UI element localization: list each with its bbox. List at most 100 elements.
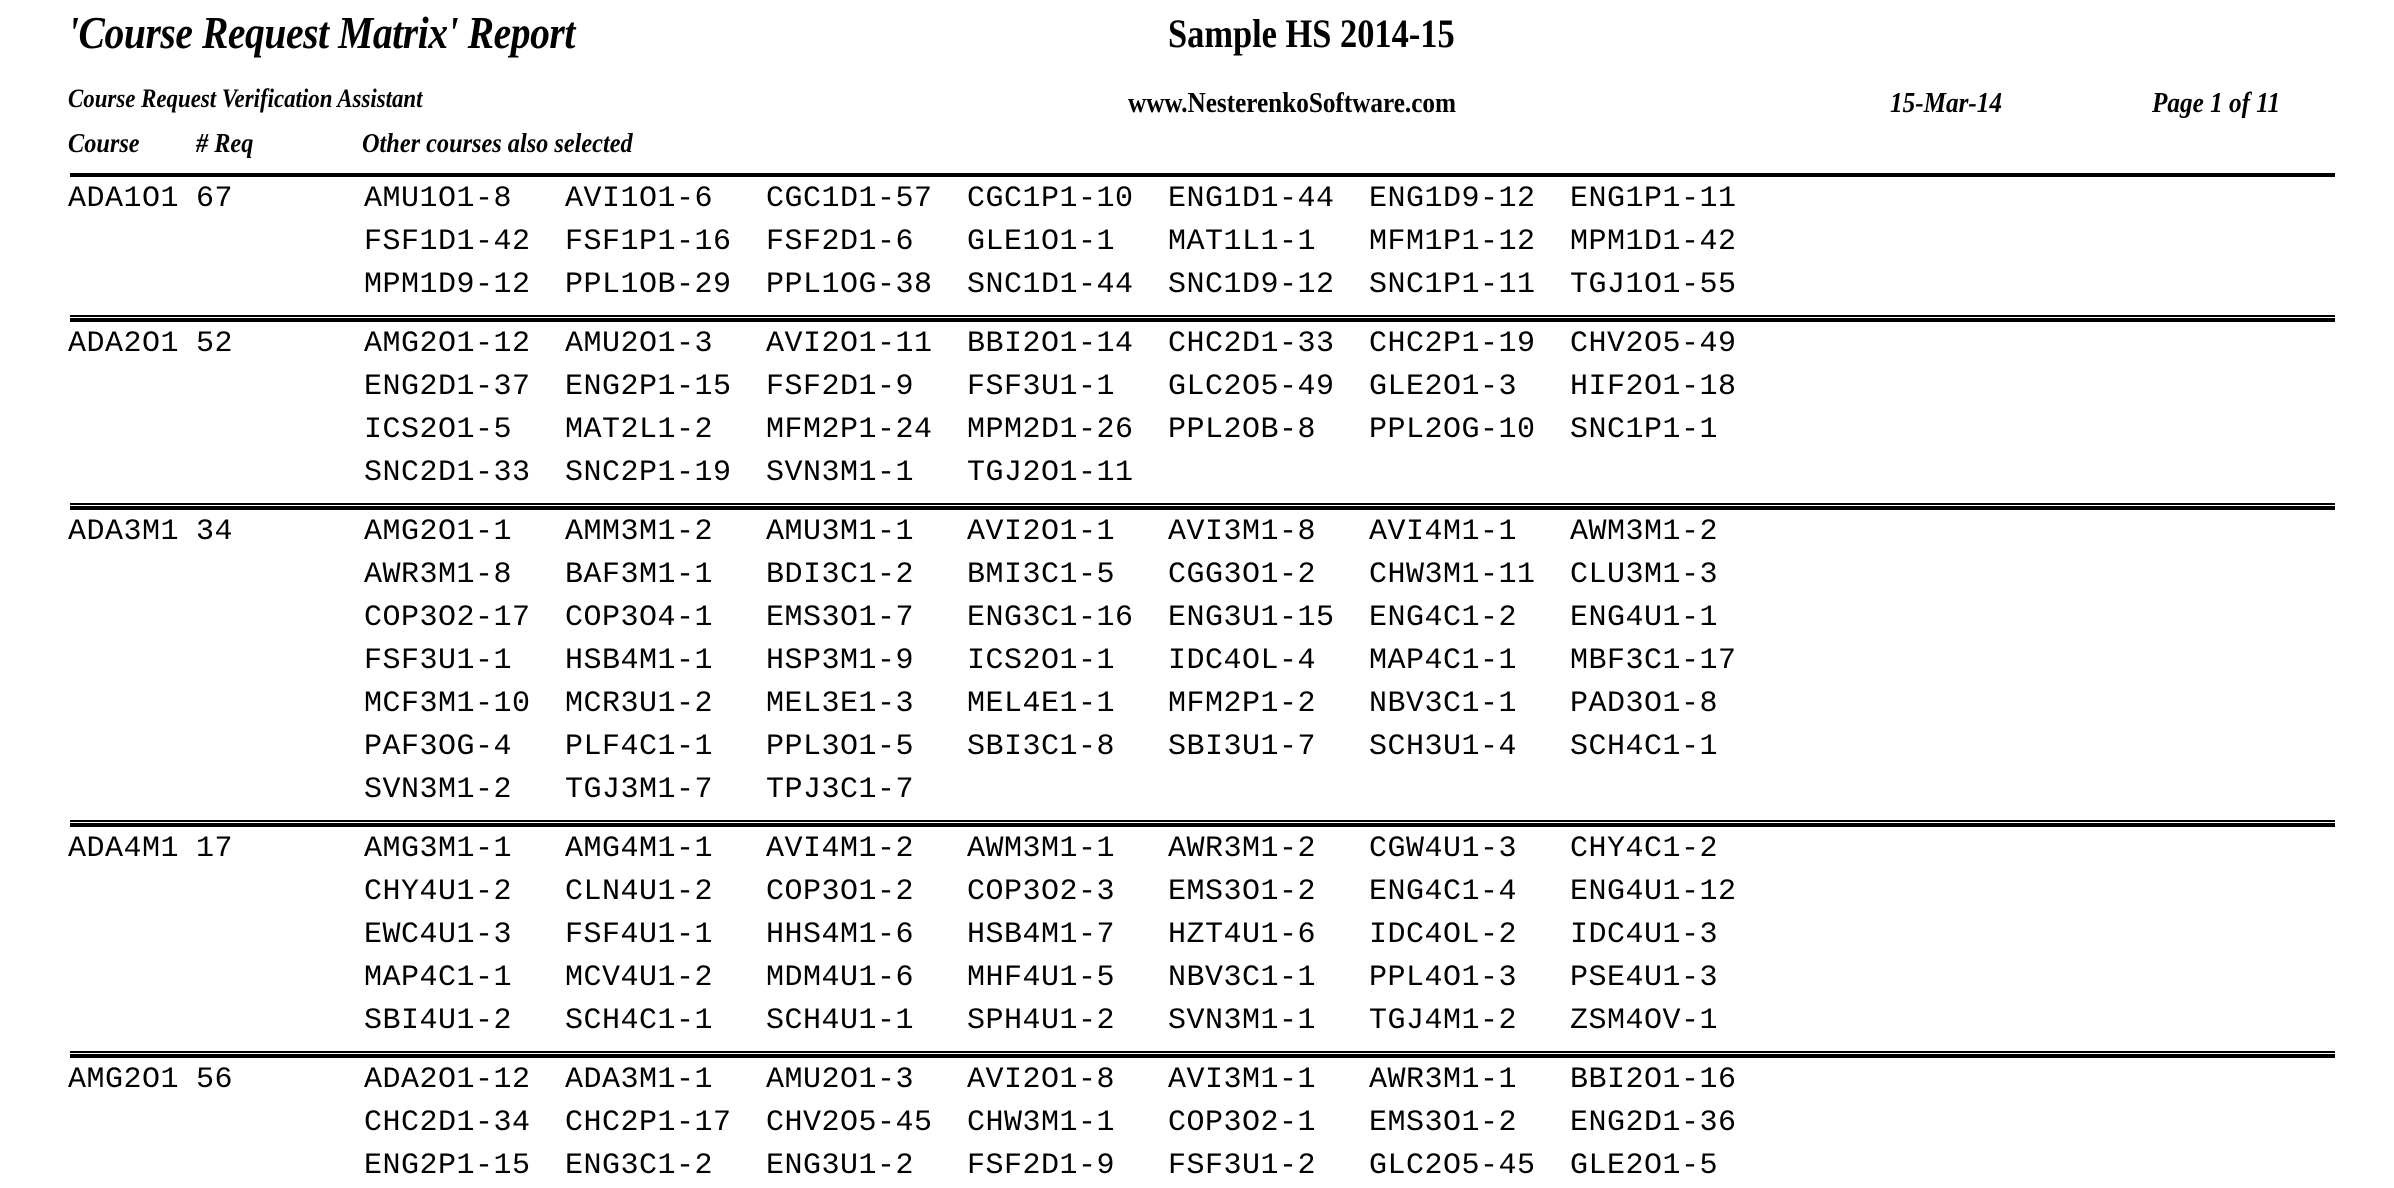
related-course-entry: AVI2O1-11 xyxy=(766,327,933,361)
table-row: CHC2D1-34 CHC2P1-17 CHV2O5-45 CHW3M1-1 COP3O… xyxy=(0,1106,2394,1149)
related-course-entry: GLE1O1-1 xyxy=(967,225,1116,259)
course-group-body: ADA3M1 34 AMG2O1-1 AMM3M1-2 AMU3M1-1 AVI2O1-1… xyxy=(0,510,2394,822)
related-course-entry: ENG2P1-15 xyxy=(565,370,732,404)
related-course-entry: ENG3U1-2 xyxy=(766,1149,915,1183)
course-code: ADA1O1 xyxy=(68,182,180,216)
related-course-entry: CLN4U1-2 xyxy=(565,875,714,909)
related-course-entry: GLE2O1-3 xyxy=(1369,370,1518,404)
related-course-entry: SVN3M1-1 xyxy=(1168,1004,1317,1038)
related-course-entry: CHY4C1-2 xyxy=(1570,832,1719,866)
related-course-entry: CGW4U1-3 xyxy=(1369,832,1518,866)
related-course-entry: MCV4U1-2 xyxy=(565,961,714,995)
related-course-entry: SNC1D1-44 xyxy=(967,268,1134,302)
table-row: AMG2O1 56 ADA2O1-12 ADA3M1-1 AMU2O1-3 AVI2O1-… xyxy=(0,1063,2394,1106)
related-course-entry: ENG2D1-36 xyxy=(1570,1106,1737,1140)
related-course-entry: GLC2O5-45 xyxy=(1369,1149,1536,1183)
related-course-entry: ICS2O1-5 xyxy=(364,413,513,447)
course-code: ADA4M1 xyxy=(68,832,180,866)
related-course-entry: ZSM4OV-1 xyxy=(1570,1004,1719,1038)
related-course-entry: NBV3C1-1 xyxy=(1369,687,1518,721)
related-course-entry: ENG1D9-12 xyxy=(1369,182,1536,216)
related-course-entry: MDM4U1-6 xyxy=(766,961,915,995)
course-group-body: AMG2O1 56 ADA2O1-12 ADA3M1-1 AMU2O1-3 AVI2O1-… xyxy=(0,1058,2394,1188)
related-course-entry: COP3O1-2 xyxy=(766,875,915,909)
related-course-entry: MBF3C1-17 xyxy=(1570,644,1737,678)
request-count: 17 xyxy=(196,832,234,866)
related-course-entry: FSF2D1-6 xyxy=(766,225,915,259)
related-course-entry: EMS3O1-2 xyxy=(1168,875,1317,909)
related-course-entry: BAF3M1-1 xyxy=(565,558,714,592)
website-link[interactable]: www.NesterenkoSoftware.com xyxy=(1128,88,1456,120)
related-course-entry: AMM3M1-2 xyxy=(565,515,714,549)
related-course-entry: AVI4M1-2 xyxy=(766,832,915,866)
related-course-entry: BMI3C1-5 xyxy=(967,558,1116,592)
column-header-other-courses: Other courses also selected xyxy=(362,128,633,158)
column-headings: Course # Req Other courses also selected xyxy=(0,128,2394,170)
related-course-entry: SCH4U1-1 xyxy=(766,1004,915,1038)
related-course-entry: AWR3M1-2 xyxy=(1168,832,1317,866)
related-course-entry: COP3O2-1 xyxy=(1168,1106,1317,1140)
related-course-entry: PPL1OB-29 xyxy=(565,268,732,302)
course-matrix-table: ADA1O1 67 AMU1O1-8 AVI1O1-6 CGC1D1-57 CGC1P1-… xyxy=(0,172,2394,1188)
related-course-entry: COP3O4-1 xyxy=(565,601,714,635)
related-course-entry: FSF3U1-1 xyxy=(967,370,1116,404)
table-row: ENG2D1-37 ENG2P1-15 FSF2D1-9 FSF3U1-1 GLC2O5… xyxy=(0,370,2394,413)
related-course-entry: COP3O2-17 xyxy=(364,601,531,635)
table-row: MAP4C1-1 MCV4U1-2 MDM4U1-6 MHF4U1-5 NBV3C1-1… xyxy=(0,961,2394,1004)
related-course-entry: EMS3O1-7 xyxy=(766,601,915,635)
related-course-entry: BBI2O1-14 xyxy=(967,327,1134,361)
related-course-entry: CGC1P1-10 xyxy=(967,182,1134,216)
course-group: ADA1O1 67 AMU1O1-8 AVI1O1-6 CGC1D1-57 CGC1P1-… xyxy=(0,172,2394,317)
related-course-entry: SNC2P1-19 xyxy=(565,456,732,490)
course-group-body: ADA2O1 52 AMG2O1-12 AMU2O1-3 AVI2O1-11 BBI2O1… xyxy=(0,322,2394,505)
table-row: FSF3U1-1 HSB4M1-1 HSP3M1-9 ICS2O1-1 IDC4OL-4… xyxy=(0,644,2394,687)
page-number: Page 1 of 11 xyxy=(2152,88,2281,119)
related-course-entry: AMU2O1-3 xyxy=(565,327,714,361)
related-course-entry: CHC2D1-34 xyxy=(364,1106,531,1140)
request-count: 34 xyxy=(196,515,234,549)
course-group: ADA4M1 17 AMG3M1-1 AMG4M1-1 AVI4M1-2 AWM3M1-1… xyxy=(0,820,2394,1053)
related-course-entry: MCF3M1-10 xyxy=(364,687,531,721)
column-header-course: Course xyxy=(68,128,140,158)
related-course-entry: GLE2O1-5 xyxy=(1570,1149,1719,1183)
related-course-entry: MFM1P1-12 xyxy=(1369,225,1536,259)
course-group: AMG2O1 56 ADA2O1-12 ADA3M1-1 AMU2O1-3 AVI2O1-… xyxy=(0,1051,2394,1188)
related-course-entry: MAP4C1-1 xyxy=(364,961,513,995)
related-course-entry: MFM2P1-24 xyxy=(766,413,933,447)
related-course-entry: FSF3U1-2 xyxy=(1168,1149,1317,1183)
table-row: PAF3OG-4 PLF4C1-1 PPL3O1-5 SBI3C1-8 SBI3U1-7… xyxy=(0,730,2394,773)
course-group-body: ADA1O1 67 AMU1O1-8 AVI1O1-6 CGC1D1-57 CGC1P1-… xyxy=(0,177,2394,317)
related-course-entry: ENG4U1-12 xyxy=(1570,875,1737,909)
related-course-entry: SNC1D9-12 xyxy=(1168,268,1335,302)
related-course-entry: CHY4U1-2 xyxy=(364,875,513,909)
report-subtitle: Course Request Verification Assistant xyxy=(68,84,423,113)
related-course-entry: CHW3M1-11 xyxy=(1369,558,1536,592)
related-course-entry: GLC2O5-49 xyxy=(1168,370,1335,404)
related-course-entry: AWR3M1-1 xyxy=(1369,1063,1518,1097)
related-course-entry: PSE4U1-3 xyxy=(1570,961,1719,995)
related-course-entry: AMU2O1-3 xyxy=(766,1063,915,1097)
related-course-entry: IDC4OL-4 xyxy=(1168,644,1317,678)
related-course-entry: ADA2O1-12 xyxy=(364,1063,531,1097)
related-course-entry: FSF4U1-1 xyxy=(565,918,714,952)
related-course-entry: FSF3U1-1 xyxy=(364,644,513,678)
course-code: ADA2O1 xyxy=(68,327,180,361)
related-course-entry: IDC4U1-3 xyxy=(1570,918,1719,952)
related-course-entry: CHW3M1-1 xyxy=(967,1106,1116,1140)
table-row: ADA4M1 17 AMG3M1-1 AMG4M1-1 AVI4M1-2 AWM3M1-1… xyxy=(0,832,2394,875)
related-course-entry: AMU3M1-1 xyxy=(766,515,915,549)
related-course-entry: SVN3M1-1 xyxy=(766,456,915,490)
table-row: ICS2O1-5 MAT2L1-2 MFM2P1-24 MPM2D1-26 PPL2OB… xyxy=(0,413,2394,456)
related-course-entry: AVI4M1-1 xyxy=(1369,515,1518,549)
related-course-entry: PPL3O1-5 xyxy=(766,730,915,764)
related-course-entry: AWM3M1-1 xyxy=(967,832,1116,866)
related-course-entry: MCR3U1-2 xyxy=(565,687,714,721)
related-course-entry: TGJ4M1-2 xyxy=(1369,1004,1518,1038)
related-course-entry: FSF1P1-16 xyxy=(565,225,732,259)
related-course-entry: ENG4U1-1 xyxy=(1570,601,1719,635)
table-row: SVN3M1-2 TGJ3M1-7 TPJ3C1-7 xyxy=(0,773,2394,816)
related-course-entry: MAT2L1-2 xyxy=(565,413,714,447)
column-header-requests: # Req xyxy=(196,128,254,158)
related-course-entry: HZT4U1-6 xyxy=(1168,918,1317,952)
request-count: 56 xyxy=(196,1063,234,1097)
